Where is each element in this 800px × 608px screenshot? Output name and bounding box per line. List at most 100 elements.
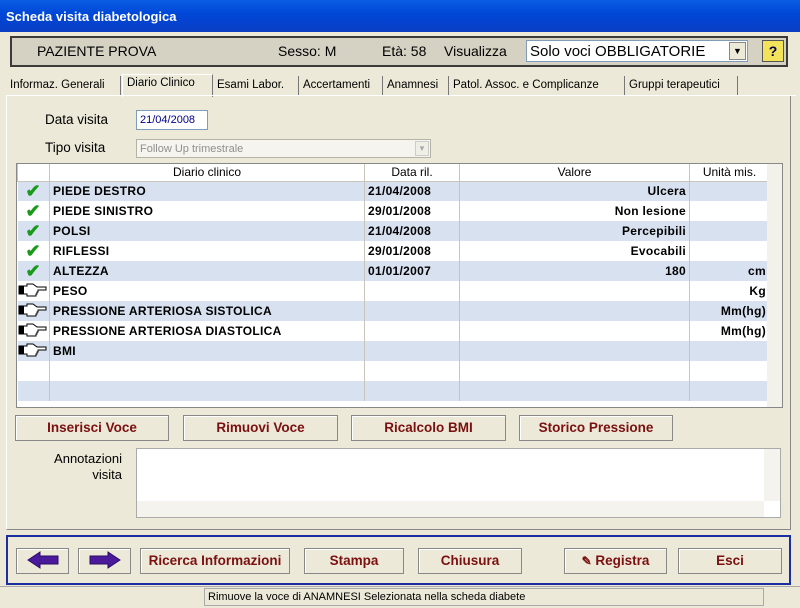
tab-diario-clinico[interactable]: Diario Clinico bbox=[122, 74, 213, 97]
tab-bar: Informaz. Generali Diario Clinico Esami … bbox=[6, 74, 796, 97]
cell-valore: Non lesione bbox=[459, 201, 690, 221]
check-icon: ✔ bbox=[17, 201, 50, 221]
tab-informazioni-generali[interactable]: Informaz. Generali bbox=[6, 76, 121, 96]
tab-gruppi-terapeutici[interactable]: Gruppi terapeutici bbox=[625, 76, 738, 96]
table-row[interactable]: ✔ PIEDE SINISTRO 29/01/2008 Non lesione bbox=[17, 201, 770, 221]
cell-unita bbox=[689, 181, 770, 201]
help-button[interactable]: ? bbox=[762, 40, 784, 62]
tab-accertamenti[interactable]: Accertamenti bbox=[299, 76, 383, 96]
cell-data: 21/04/2008 bbox=[364, 181, 460, 201]
cell-diario: PRESSIONE ARTERIOSA DIASTOLICA bbox=[49, 321, 365, 341]
cell-data bbox=[364, 301, 460, 321]
pointing-hand-icon bbox=[17, 301, 50, 321]
cell-unita bbox=[689, 341, 770, 361]
cell-data: 29/01/2008 bbox=[364, 201, 460, 221]
chiusura-button[interactable]: Chiusura bbox=[418, 548, 522, 574]
annotazioni-horizontal-scrollbar[interactable] bbox=[137, 501, 764, 517]
registra-button[interactable]: ✎ Registra bbox=[564, 548, 667, 574]
visualizza-label: Visualizza bbox=[444, 43, 507, 59]
grid-header-diario[interactable]: Diario clinico bbox=[49, 164, 365, 182]
ricerca-informazioni-button[interactable]: Ricerca Informazioni bbox=[140, 548, 290, 574]
table-row[interactable]: ✔ ALTEZZA 01/01/2007 180 cm bbox=[17, 261, 770, 281]
table-row[interactable] bbox=[17, 361, 770, 381]
annotazioni-textarea[interactable] bbox=[136, 448, 781, 518]
save-icon: ✎ bbox=[581, 554, 592, 568]
cell-diario: PESO bbox=[49, 281, 365, 301]
window-title: Scheda visita diabetologica bbox=[0, 0, 800, 32]
inserisci-voce-button[interactable]: Inserisci Voce bbox=[15, 415, 169, 441]
cell-unita bbox=[689, 381, 770, 401]
cell-data bbox=[364, 321, 460, 341]
filter-select[interactable]: Solo voci OBBLIGATORIE ▼ bbox=[526, 40, 748, 62]
annotazioni-vertical-scrollbar[interactable] bbox=[764, 449, 780, 501]
table-row[interactable]: ✔ PIEDE DESTRO 21/04/2008 Ulcera bbox=[17, 181, 770, 201]
row-status-cell bbox=[17, 381, 50, 401]
filter-select-value: Solo voci OBBLIGATORIE bbox=[530, 43, 706, 60]
cell-valore bbox=[459, 281, 690, 301]
tipo-visita-value: Follow Up trimestrale bbox=[140, 143, 244, 155]
table-row[interactable] bbox=[17, 381, 770, 401]
patient-sex: Sesso: M bbox=[278, 43, 337, 59]
data-visita-input[interactable]: 21/04/2008 bbox=[136, 110, 208, 130]
pointing-hand-icon bbox=[17, 321, 50, 341]
previous-button[interactable] bbox=[16, 548, 69, 574]
cell-diario: PRESSIONE ARTERIOSA SISTOLICA bbox=[49, 301, 365, 321]
check-icon: ✔ bbox=[17, 181, 50, 201]
cell-valore bbox=[459, 361, 690, 381]
cell-data: 21/04/2008 bbox=[364, 221, 460, 241]
next-button[interactable] bbox=[78, 548, 131, 574]
cell-diario: ALTEZZA bbox=[49, 261, 365, 281]
status-bar: Rimuove la voce di ANAMNESI Selezionata … bbox=[0, 586, 800, 606]
patient-name: PAZIENTE PROVA bbox=[37, 43, 157, 59]
stampa-button[interactable]: Stampa bbox=[304, 548, 404, 574]
chevron-down-icon[interactable]: ▼ bbox=[415, 141, 429, 156]
cell-data bbox=[364, 361, 460, 381]
cell-unita bbox=[689, 201, 770, 221]
cell-diario: PIEDE SINISTRO bbox=[49, 201, 365, 221]
check-icon: ✔ bbox=[17, 241, 50, 261]
rimuovi-voce-button[interactable]: Rimuovi Voce bbox=[183, 415, 338, 441]
diario-grid[interactable]: Diario clinico Data ril. Valore Unità mi… bbox=[16, 163, 783, 408]
row-status-cell bbox=[17, 361, 50, 381]
annotazioni-label: Annotazioni visita bbox=[54, 451, 122, 482]
patient-header: PAZIENTE PROVA Sesso: M Età: 58 Visualiz… bbox=[10, 36, 788, 67]
arrow-left-icon bbox=[26, 551, 58, 570]
tab-patologie-associate[interactable]: Patol. Assoc. e Complicanze bbox=[449, 76, 625, 96]
cell-unita: Mm(hg) bbox=[689, 301, 770, 321]
grid-header-unita[interactable]: Unità mis. bbox=[689, 164, 770, 182]
table-row[interactable]: ✔ RIFLESSI 29/01/2008 Evocabili bbox=[17, 241, 770, 261]
tab-esami-laboratorio[interactable]: Esami Labor. bbox=[213, 76, 299, 96]
tab-anamnesi[interactable]: Anamnesi bbox=[383, 76, 449, 96]
cell-valore bbox=[459, 381, 690, 401]
grid-vertical-scrollbar[interactable] bbox=[767, 164, 782, 407]
cell-data bbox=[364, 381, 460, 401]
cell-valore: 180 bbox=[459, 261, 690, 281]
tipo-visita-select[interactable]: Follow Up trimestrale ▼ bbox=[136, 139, 431, 158]
cell-data: 29/01/2008 bbox=[364, 241, 460, 261]
chevron-down-icon[interactable]: ▼ bbox=[729, 42, 746, 60]
grid-header-icon bbox=[17, 164, 50, 182]
ricalcolo-bmi-button[interactable]: Ricalcolo BMI bbox=[351, 415, 506, 441]
table-row[interactable]: ✔ POLSI 21/04/2008 Percepibili bbox=[17, 221, 770, 241]
table-row[interactable]: PRESSIONE ARTERIOSA SISTOLICA Mm(hg) bbox=[17, 301, 770, 321]
table-row[interactable]: PESO Kg bbox=[17, 281, 770, 301]
cell-data bbox=[364, 281, 460, 301]
registra-label: Registra bbox=[595, 553, 650, 568]
cell-unita bbox=[689, 221, 770, 241]
cell-data bbox=[364, 341, 460, 361]
grid-header-data[interactable]: Data ril. bbox=[364, 164, 460, 182]
cell-valore bbox=[459, 301, 690, 321]
cell-data: 01/01/2007 bbox=[364, 261, 460, 281]
cell-diario: BMI bbox=[49, 341, 365, 361]
esci-button[interactable]: Esci bbox=[678, 548, 782, 574]
cell-diario bbox=[49, 381, 365, 401]
table-row[interactable]: BMI bbox=[17, 341, 770, 361]
pointing-hand-icon bbox=[17, 281, 50, 301]
cell-diario: POLSI bbox=[49, 221, 365, 241]
table-row[interactable]: PRESSIONE ARTERIOSA DIASTOLICA Mm(hg) bbox=[17, 321, 770, 341]
grid-header-valore[interactable]: Valore bbox=[459, 164, 690, 182]
storico-pressione-button[interactable]: Storico Pressione bbox=[519, 415, 673, 441]
check-icon: ✔ bbox=[17, 221, 50, 241]
arrow-right-icon bbox=[89, 551, 121, 570]
cell-valore: Evocabili bbox=[459, 241, 690, 261]
